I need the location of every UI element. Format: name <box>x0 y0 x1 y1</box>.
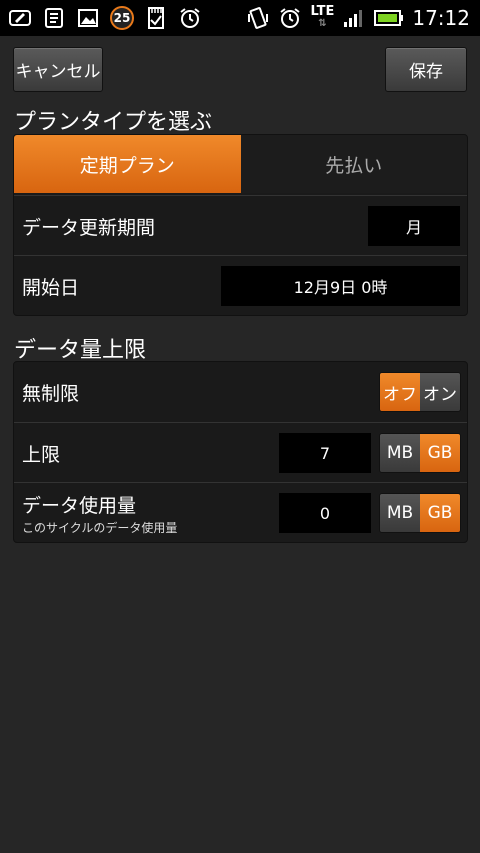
usage-unit-gb[interactable]: GB <box>420 494 460 532</box>
limit-value-input[interactable]: 7 <box>279 433 371 473</box>
data-usage-sublabel: このサイクルのデータ使用量 <box>22 521 178 535</box>
limit-panel: 無制限 オフ オン 上限 7 MB GB データ使用量 このサイクルのデータ使用… <box>13 361 468 543</box>
lte-icon: LTE ⇅ <box>310 4 335 29</box>
plan-panel: 定期プラン 先払い データ更新期間 月 開始日 12月9日 0時 <box>13 134 468 316</box>
battery-icon <box>374 7 404 29</box>
image-icon <box>76 7 100 29</box>
start-date-label: 開始日 <box>22 277 80 299</box>
cancel-button[interactable]: キャンセル <box>13 47 103 92</box>
renewal-period-label: データ更新期間 <box>22 217 156 239</box>
alarm-icon <box>178 7 202 29</box>
usage-unit-mb[interactable]: MB <box>380 494 420 532</box>
unlimited-on-option[interactable]: オン <box>420 373 460 411</box>
unlimited-off-option[interactable]: オフ <box>380 373 420 411</box>
unlimited-label: 無制限 <box>22 383 80 405</box>
limit-label: 上限 <box>22 444 61 466</box>
vibrate-icon <box>246 7 270 29</box>
save-button[interactable]: 保存 <box>385 47 467 92</box>
limit-unit-toggle[interactable]: MB GB <box>379 433 461 473</box>
limit-unit-mb[interactable]: MB <box>380 434 420 472</box>
data-renewal-period-row: データ更新期間 月 <box>14 195 467 256</box>
tab-periodic-plan[interactable]: 定期プラン <box>14 135 241 193</box>
data-usage-label: データ使用量 <box>22 495 137 517</box>
count-badge: 25 <box>110 6 134 30</box>
plan-type-title: プランタイプを選ぶ <box>14 110 213 135</box>
usage-value-input[interactable]: 0 <box>279 493 371 533</box>
unlimited-toggle[interactable]: オフ オン <box>379 372 461 412</box>
tab-prepaid[interactable]: 先払い <box>240 135 467 193</box>
clock: 17:12 <box>412 6 470 30</box>
signal-icon <box>342 7 366 29</box>
usage-unit-toggle[interactable]: MB GB <box>379 493 461 533</box>
status-bar: 25 LTE ⇅ 17:12 <box>0 0 480 36</box>
sd-card-icon <box>144 7 168 29</box>
alarm-icon <box>278 7 302 29</box>
data-limit-title: データ量上限 <box>14 338 147 363</box>
unlimited-row: 無制限 オフ オン <box>14 362 467 422</box>
notes-icon <box>42 7 66 29</box>
renewal-period-select[interactable]: 月 <box>368 206 460 246</box>
pen-icon <box>8 7 32 29</box>
plan-type-tabs: 定期プラン 先払い <box>14 135 467 193</box>
limit-row: 上限 7 MB GB <box>14 422 467 483</box>
limit-unit-gb[interactable]: GB <box>420 434 460 472</box>
start-date-row: 開始日 12月9日 0時 <box>14 255 467 315</box>
start-date-field[interactable]: 12月9日 0時 <box>221 266 460 306</box>
data-usage-row: データ使用量 このサイクルのデータ使用量 0 MB GB <box>14 482 467 542</box>
